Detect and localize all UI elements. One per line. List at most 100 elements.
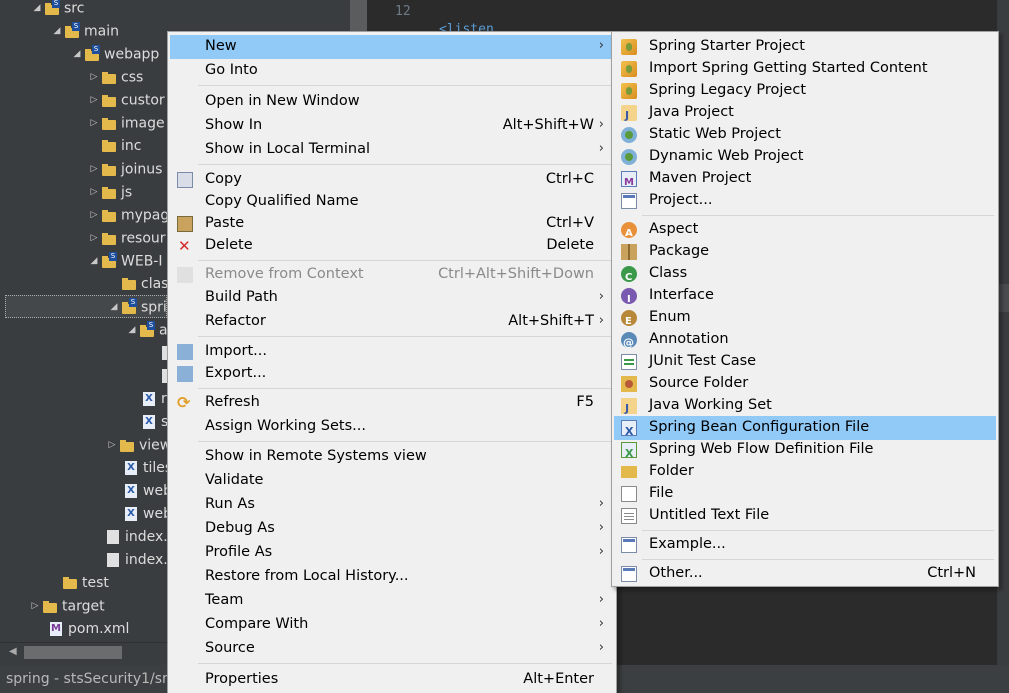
menu-item-refresh[interactable]: Refresh F5 bbox=[170, 391, 614, 415]
submenu-item-package[interactable]: Package bbox=[614, 240, 996, 264]
submenu-item-dynamic-web-project[interactable]: Dynamic Web Project bbox=[614, 145, 996, 169]
xml-file-icon bbox=[123, 461, 139, 475]
submenu-item-spring-web-flow-file[interactable]: Spring Web Flow Definition File bbox=[614, 438, 996, 465]
tree-row-inc[interactable]: inc bbox=[87, 135, 141, 158]
collapse-arrow-icon[interactable]: ▷ bbox=[87, 89, 101, 112]
tree-row-spring[interactable]: ◢ Sspri bbox=[5, 295, 167, 318]
menu-item-show-in-local-terminal[interactable]: Show in Local Terminal › bbox=[170, 138, 614, 162]
menu-item-build-path[interactable]: Build Path › bbox=[170, 286, 614, 310]
menu-item-label: Static Web Project bbox=[649, 126, 781, 142]
tree-row-mypage[interactable]: ▷ mypag bbox=[87, 204, 170, 227]
expand-arrow-icon[interactable]: ◢ bbox=[107, 296, 121, 319]
expand-arrow-icon[interactable]: ◢ bbox=[50, 20, 64, 43]
submenu-item-class[interactable]: Class bbox=[614, 262, 996, 289]
tree-row-s[interactable]: s bbox=[141, 411, 168, 434]
menu-item-refactor[interactable]: Refactor Alt+Shift+T › bbox=[170, 310, 614, 334]
collapse-arrow-icon[interactable]: ▷ bbox=[87, 112, 101, 135]
submenu-item-untitled-text-file[interactable]: Untitled Text File bbox=[614, 504, 996, 528]
submenu-item-annotation[interactable]: Annotation bbox=[614, 328, 996, 354]
tree-row-web-2[interactable]: web bbox=[123, 503, 172, 526]
submenu-item-project[interactable]: Project... bbox=[614, 189, 996, 213]
menu-item-open-in-new-window[interactable]: Open in New Window bbox=[170, 90, 614, 114]
submenu-item-other[interactable]: Other... Ctrl+N bbox=[614, 562, 996, 586]
menu-item-remove-from-context[interactable]: Remove from Context Ctrl+Alt+Shift+Down bbox=[170, 263, 614, 287]
collapse-arrow-icon[interactable]: ▷ bbox=[87, 204, 101, 227]
menu-item-new[interactable]: New › bbox=[170, 35, 614, 59]
menu-item-restore-from-local-history[interactable]: Restore from Local History... bbox=[170, 565, 614, 589]
scroll-thumb[interactable] bbox=[24, 646, 122, 659]
collapse-arrow-icon[interactable]: ▷ bbox=[87, 66, 101, 89]
tree-row-main[interactable]: ◢ Smain bbox=[50, 20, 119, 43]
submenu-item-spring-starter-project[interactable]: Spring Starter Project bbox=[614, 35, 996, 59]
menu-item-source[interactable]: Source › bbox=[170, 637, 614, 661]
menu-item-show-in-remote-systems[interactable]: Show in Remote Systems view bbox=[170, 445, 614, 469]
menu-item-assign-working-sets[interactable]: Assign Working Sets... bbox=[170, 415, 614, 439]
menu-item-shortcut: Ctrl+C bbox=[545, 171, 594, 187]
tree-row-classes[interactable]: clas bbox=[107, 273, 168, 296]
submenu-item-java-project[interactable]: Java Project bbox=[614, 101, 996, 127]
tree-row-src[interactable]: ◢ Ssrc bbox=[30, 0, 84, 20]
expand-arrow-icon[interactable]: ◢ bbox=[30, 0, 44, 20]
submenu-item-interface[interactable]: Interface bbox=[614, 284, 996, 311]
tree-row-views[interactable]: ▷ view bbox=[105, 434, 172, 457]
tree-row-label: custor bbox=[121, 92, 165, 109]
tree-row-test[interactable]: test bbox=[48, 572, 109, 595]
submenu-item-spring-legacy-project[interactable]: Spring Legacy Project bbox=[614, 79, 996, 103]
menu-item-label: Spring Legacy Project bbox=[649, 82, 807, 98]
menu-item-export[interactable]: Export... bbox=[170, 362, 614, 386]
menu-item-team[interactable]: Team › bbox=[170, 589, 614, 613]
submenu-item-static-web-project[interactable]: Static Web Project bbox=[614, 123, 996, 147]
tree-row-joinus[interactable]: ▷ joinus bbox=[87, 158, 163, 181]
tree-row-target[interactable]: ▷ target bbox=[28, 595, 105, 618]
menu-item-import[interactable]: Import... bbox=[170, 340, 614, 364]
submenu-item-aspect[interactable]: Aspect bbox=[614, 218, 996, 245]
tree-row-a[interactable]: ◢ Sa bbox=[125, 319, 168, 342]
submenu-item-folder[interactable]: Folder bbox=[614, 460, 996, 484]
expand-arrow-icon[interactable]: ◢ bbox=[87, 250, 101, 273]
tree-row-js[interactable]: ▷ js bbox=[87, 181, 133, 204]
menu-item-debug-as[interactable]: Debug As › bbox=[170, 517, 614, 541]
submenu-item-java-working-set[interactable]: Java Working Set bbox=[614, 394, 996, 420]
expand-arrow-icon[interactable]: ◢ bbox=[70, 43, 84, 66]
tree-row-web-1[interactable]: web bbox=[123, 480, 172, 503]
tree-row-index-1[interactable]: index.c bbox=[105, 526, 175, 549]
menu-item-properties[interactable]: Properties Alt+Enter bbox=[170, 668, 614, 692]
menu-item-validate[interactable]: Validate bbox=[170, 469, 614, 493]
submenu-item-junit-test-case[interactable]: JUnit Test Case bbox=[614, 350, 996, 374]
submenu-item-maven-project[interactable]: Maven Project bbox=[614, 167, 996, 194]
menu-item-copy[interactable]: Copy Ctrl+C bbox=[170, 168, 614, 192]
tree-row-web-inf[interactable]: ◢ S WEB-I bbox=[87, 250, 162, 273]
menu-item-show-in[interactable]: Show In Alt+Shift+W › bbox=[170, 114, 614, 138]
tree-row-label: image bbox=[121, 115, 165, 132]
menu-item-compare-with[interactable]: Compare With › bbox=[170, 613, 614, 637]
menu-item-copy-qualified-name[interactable]: Copy Qualified Name bbox=[170, 190, 614, 214]
collapse-arrow-icon[interactable]: ▷ bbox=[87, 181, 101, 204]
tree-row-images[interactable]: ▷ image bbox=[87, 112, 165, 135]
submenu-item-spring-bean-configuration-file[interactable]: Spring Bean Configuration File bbox=[614, 416, 996, 443]
submenu-item-enum[interactable]: Enum bbox=[614, 306, 996, 333]
tree-row-css[interactable]: ▷ css bbox=[87, 66, 144, 89]
tree-row-r[interactable]: r bbox=[141, 388, 167, 411]
submenu-item-source-folder[interactable]: Source Folder bbox=[614, 372, 996, 396]
submenu-item-import-spring-content[interactable]: Import Spring Getting Started Content bbox=[614, 57, 996, 81]
menu-item-delete[interactable]: Delete Delete bbox=[170, 234, 614, 258]
collapse-arrow-icon[interactable]: ▷ bbox=[105, 434, 119, 457]
collapse-arrow-icon[interactable]: ▷ bbox=[87, 158, 101, 181]
submenu-item-file[interactable]: File bbox=[614, 482, 996, 506]
menu-item-paste[interactable]: Paste Ctrl+V bbox=[170, 212, 614, 236]
collapse-arrow-icon[interactable]: ▷ bbox=[28, 595, 42, 618]
tree-row-tiles[interactable]: tiles bbox=[123, 457, 172, 480]
menu-item-run-as[interactable]: Run As › bbox=[170, 493, 614, 517]
menu-item-go-into[interactable]: Go Into bbox=[170, 59, 614, 83]
expand-arrow-icon[interactable]: ◢ bbox=[125, 319, 139, 342]
menu-item-profile-as[interactable]: Profile As › bbox=[170, 541, 614, 565]
tree-row-custom[interactable]: ▷ custor bbox=[87, 89, 165, 112]
tree-row-resources[interactable]: ▷ resour bbox=[87, 227, 166, 250]
menu-item-label: Aspect bbox=[649, 221, 699, 237]
tree-row-webapp[interactable]: ◢ Swebapp bbox=[70, 43, 159, 66]
collapse-arrow-icon[interactable]: ▷ bbox=[87, 227, 101, 250]
tree-row-index-2[interactable]: index.l bbox=[105, 549, 172, 572]
scroll-left-icon[interactable]: ◀ bbox=[9, 646, 17, 657]
tree-row-pom[interactable]: pom.xml bbox=[48, 618, 129, 641]
submenu-item-example[interactable]: Example... bbox=[614, 533, 996, 557]
